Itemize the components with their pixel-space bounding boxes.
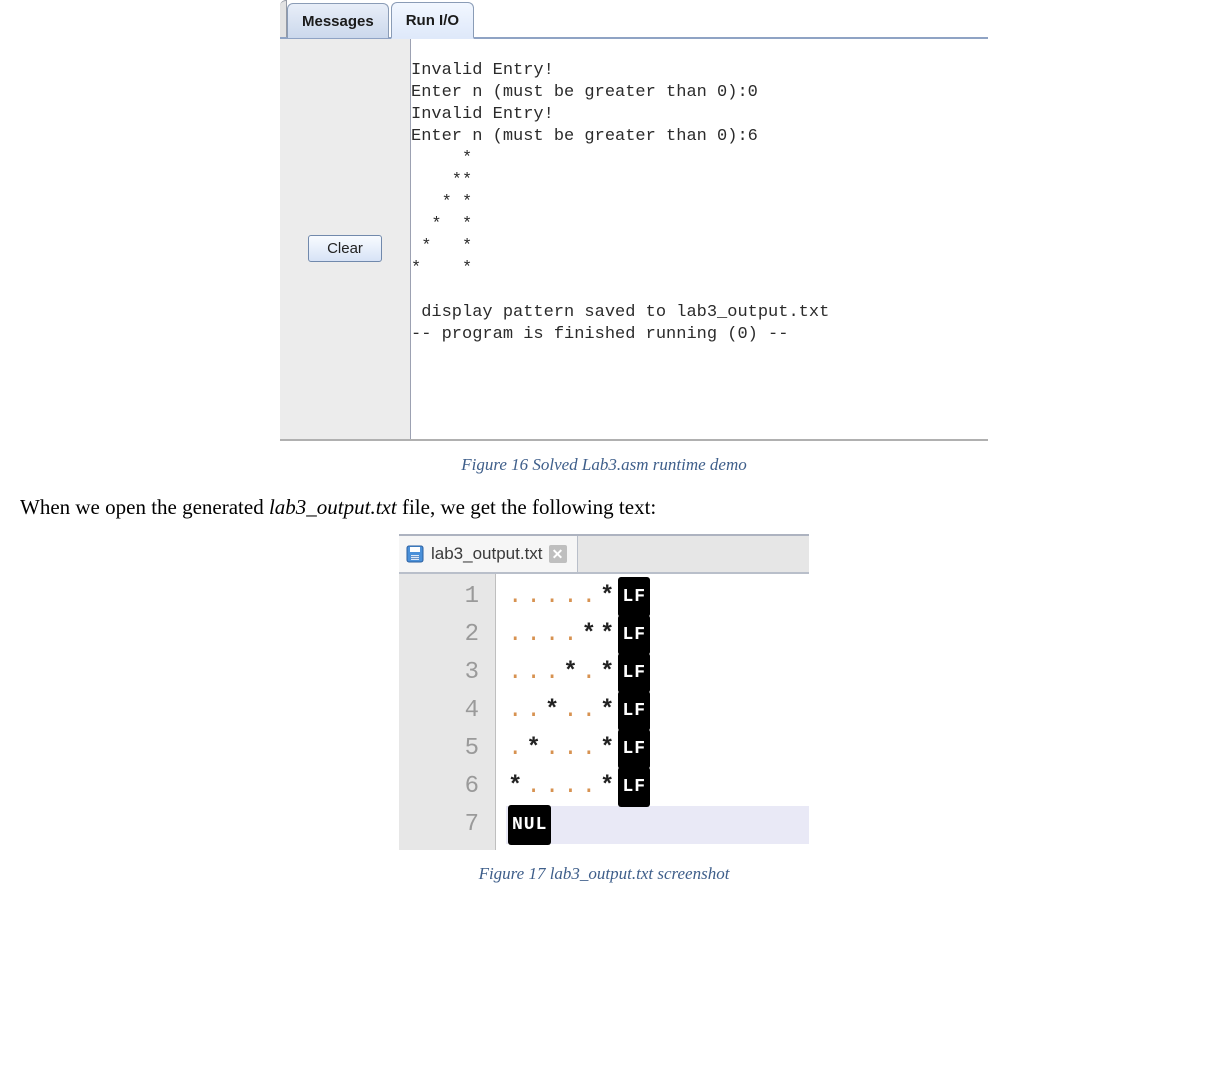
console-output: Invalid Entry! Enter n (must be greater … xyxy=(411,56,988,422)
mars-ide-panel: Messages Run I/O Clear Invalid Entry! En… xyxy=(280,0,988,439)
whitespace-dot: . xyxy=(506,730,524,768)
whitespace-dot: . xyxy=(561,578,579,616)
line-number: 7 xyxy=(399,806,479,844)
line-number: 2 xyxy=(399,616,479,654)
tab-gutter xyxy=(280,0,287,37)
whitespace-dot: . xyxy=(524,768,542,806)
whitespace-dot: . xyxy=(580,768,598,806)
asterisk-char: * xyxy=(561,654,579,692)
file-content: .....*LF....**LF...*.*LF..*..*LF.*...*LF… xyxy=(496,574,809,850)
asterisk-char: * xyxy=(543,692,561,730)
paragraph-before: When we open the generated xyxy=(20,495,269,519)
whitespace-dot: . xyxy=(561,768,579,806)
whitespace-dot: . xyxy=(506,692,524,730)
asterisk-char: * xyxy=(598,730,616,768)
line-number: 1 xyxy=(399,578,479,616)
whitespace-dot: . xyxy=(561,692,579,730)
figure17-caption: Figure 17 lab3_output.txt screenshot xyxy=(0,864,1208,884)
asterisk-char: * xyxy=(598,616,616,654)
tab-run-io[interactable]: Run I/O xyxy=(391,2,474,39)
whitespace-dot: . xyxy=(524,616,542,654)
line-number: 4 xyxy=(399,692,479,730)
asterisk-char: * xyxy=(598,578,616,616)
whitespace-dot: . xyxy=(524,578,542,616)
mars-left-panel: Clear xyxy=(280,39,411,439)
whitespace-dot: . xyxy=(580,578,598,616)
asterisk-char: * xyxy=(524,730,542,768)
whitespace-dot: . xyxy=(561,730,579,768)
asterisk-char: * xyxy=(506,768,524,806)
lf-control-char: LF xyxy=(618,767,650,807)
paragraph: When we open the generated lab3_output.t… xyxy=(20,495,1208,520)
tab-messages-label: Messages xyxy=(302,13,374,30)
lf-control-char: LF xyxy=(618,729,650,769)
line-number: 5 xyxy=(399,730,479,768)
file-line: NUL xyxy=(506,806,809,844)
editor-tabs-row: lab3_output.txt ✕ xyxy=(399,536,809,574)
whitespace-dot: . xyxy=(506,654,524,692)
whitespace-dot: . xyxy=(580,730,598,768)
lf-control-char: LF xyxy=(618,577,650,617)
file-line: *....*LF xyxy=(506,768,809,806)
asterisk-char: * xyxy=(598,654,616,692)
lf-control-char: LF xyxy=(618,615,650,655)
whitespace-dot: . xyxy=(580,654,598,692)
lf-control-char: LF xyxy=(618,653,650,693)
tabs-spacer xyxy=(476,27,988,37)
mars-tabs-row: Messages Run I/O xyxy=(280,0,988,39)
disk-icon xyxy=(405,544,425,564)
whitespace-dot: . xyxy=(543,578,561,616)
whitespace-dot: . xyxy=(506,616,524,654)
file-line: .*...*LF xyxy=(506,730,809,768)
line-number: 6 xyxy=(399,768,479,806)
figure16-caption: Figure 16 Solved Lab3.asm runtime demo xyxy=(0,455,1208,475)
whitespace-dot: . xyxy=(543,730,561,768)
whitespace-dot: . xyxy=(580,692,598,730)
whitespace-dot: . xyxy=(561,616,579,654)
nul-control-char: NUL xyxy=(508,805,551,845)
file-line: ...*.*LF xyxy=(506,654,809,692)
file-line: .....*LF xyxy=(506,578,809,616)
asterisk-char: * xyxy=(580,616,598,654)
line-number: 3 xyxy=(399,654,479,692)
whitespace-dot: . xyxy=(524,654,542,692)
whitespace-dot: . xyxy=(506,578,524,616)
asterisk-char: * xyxy=(598,768,616,806)
tab-run-io-label: Run I/O xyxy=(406,12,459,29)
asterisk-char: * xyxy=(598,692,616,730)
whitespace-dot: . xyxy=(543,768,561,806)
mars-body: Clear Invalid Entry! Enter n (must be gr… xyxy=(280,39,988,439)
text-editor-panel: lab3_output.txt ✕ 1234567 .....*LF....**… xyxy=(399,534,809,850)
close-icon[interactable]: ✕ xyxy=(549,545,567,563)
whitespace-dot: . xyxy=(524,692,542,730)
line-number-gutter: 1234567 xyxy=(399,574,496,850)
mars-footer-border xyxy=(280,439,988,441)
whitespace-dot: . xyxy=(543,654,561,692)
editor-tab-filename: lab3_output.txt xyxy=(431,544,543,564)
file-body: 1234567 .....*LF....**LF...*.*LF..*..*LF… xyxy=(399,574,809,850)
whitespace-dot: . xyxy=(543,616,561,654)
paragraph-after: file, we get the following text: xyxy=(397,495,657,519)
editor-tab[interactable]: lab3_output.txt ✕ xyxy=(399,536,578,572)
file-line: ..*..*LF xyxy=(506,692,809,730)
clear-button[interactable]: Clear xyxy=(308,235,382,262)
paragraph-filename: lab3_output.txt xyxy=(269,495,397,519)
file-line: ....**LF xyxy=(506,616,809,654)
tab-messages[interactable]: Messages xyxy=(287,3,389,38)
lf-control-char: LF xyxy=(618,691,650,731)
